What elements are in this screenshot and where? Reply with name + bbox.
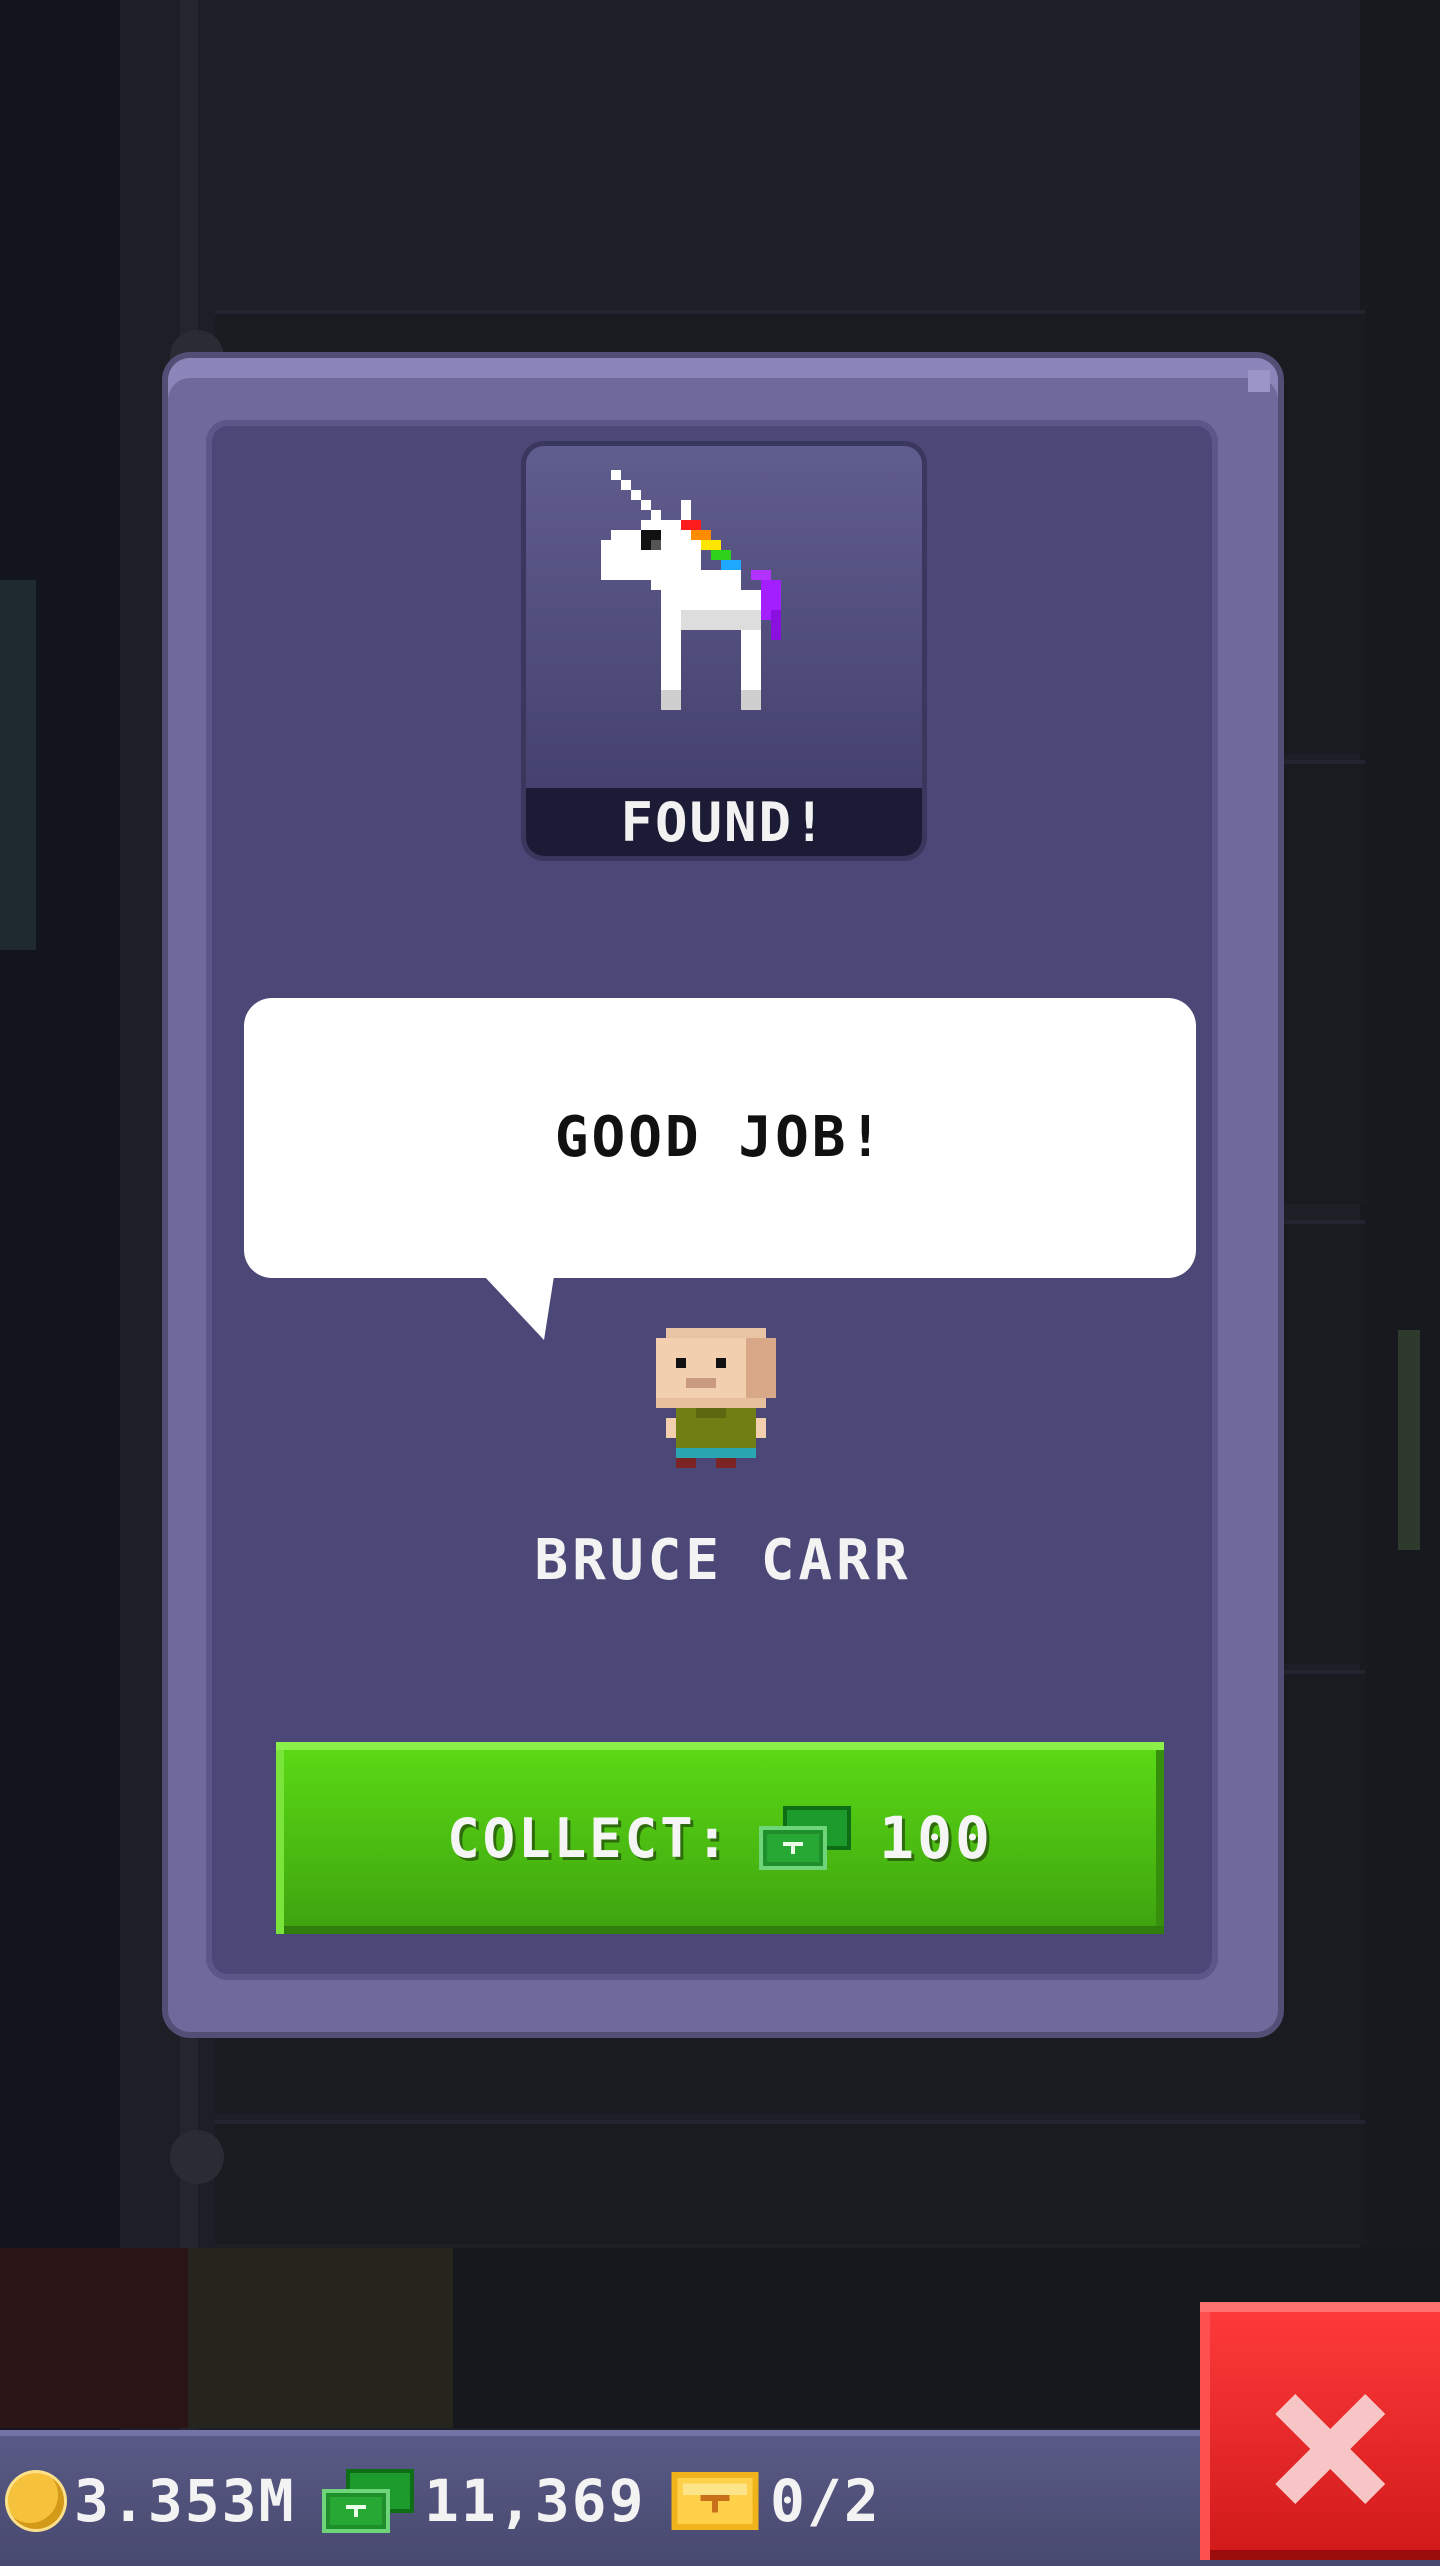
bux-icon xyxy=(322,2469,414,2533)
character-name: BRUCE CARR xyxy=(534,1528,912,1593)
scrollbar xyxy=(1398,1330,1420,1550)
collect-button[interactable]: COLLECT: 100 xyxy=(276,1742,1164,1934)
speech-bubble-tail xyxy=(484,1276,554,1340)
coin-icon xyxy=(8,2473,64,2529)
coins-counter: 3.353M xyxy=(8,2436,296,2566)
unicorn-icon xyxy=(601,470,781,710)
background-floor xyxy=(215,2120,1365,2244)
speech-text: GOOD JOB! xyxy=(554,1105,886,1170)
elevator-shaft xyxy=(0,0,120,2440)
found-label: FOUND! xyxy=(526,788,922,856)
close-button[interactable] xyxy=(1200,2302,1440,2560)
collect-label: COLLECT: xyxy=(447,1806,732,1870)
tickets-counter: 0/2 xyxy=(670,2436,881,2566)
speech-bubble: GOOD JOB! xyxy=(244,998,1196,1340)
collect-amount: 100 xyxy=(879,1804,993,1872)
tickets-value: 0/2 xyxy=(770,2467,881,2535)
found-item-card: FOUND! xyxy=(526,446,922,856)
bux-value: 11,369 xyxy=(424,2467,646,2535)
bux-counter: 11,369 xyxy=(322,2436,646,2566)
coins-value: 3.353M xyxy=(74,2467,296,2535)
bux-icon xyxy=(759,1806,852,1870)
character-avatar xyxy=(656,1328,776,1468)
star-icon xyxy=(170,2130,224,2184)
found-dialog: FOUND! GOOD JOB! BRUCE CARR COLLECT: 100 xyxy=(168,358,1278,2032)
build-button xyxy=(188,2248,453,2428)
elevator-button xyxy=(0,2248,188,2428)
close-icon xyxy=(1275,2394,1385,2504)
ticket-icon xyxy=(671,2472,759,2530)
